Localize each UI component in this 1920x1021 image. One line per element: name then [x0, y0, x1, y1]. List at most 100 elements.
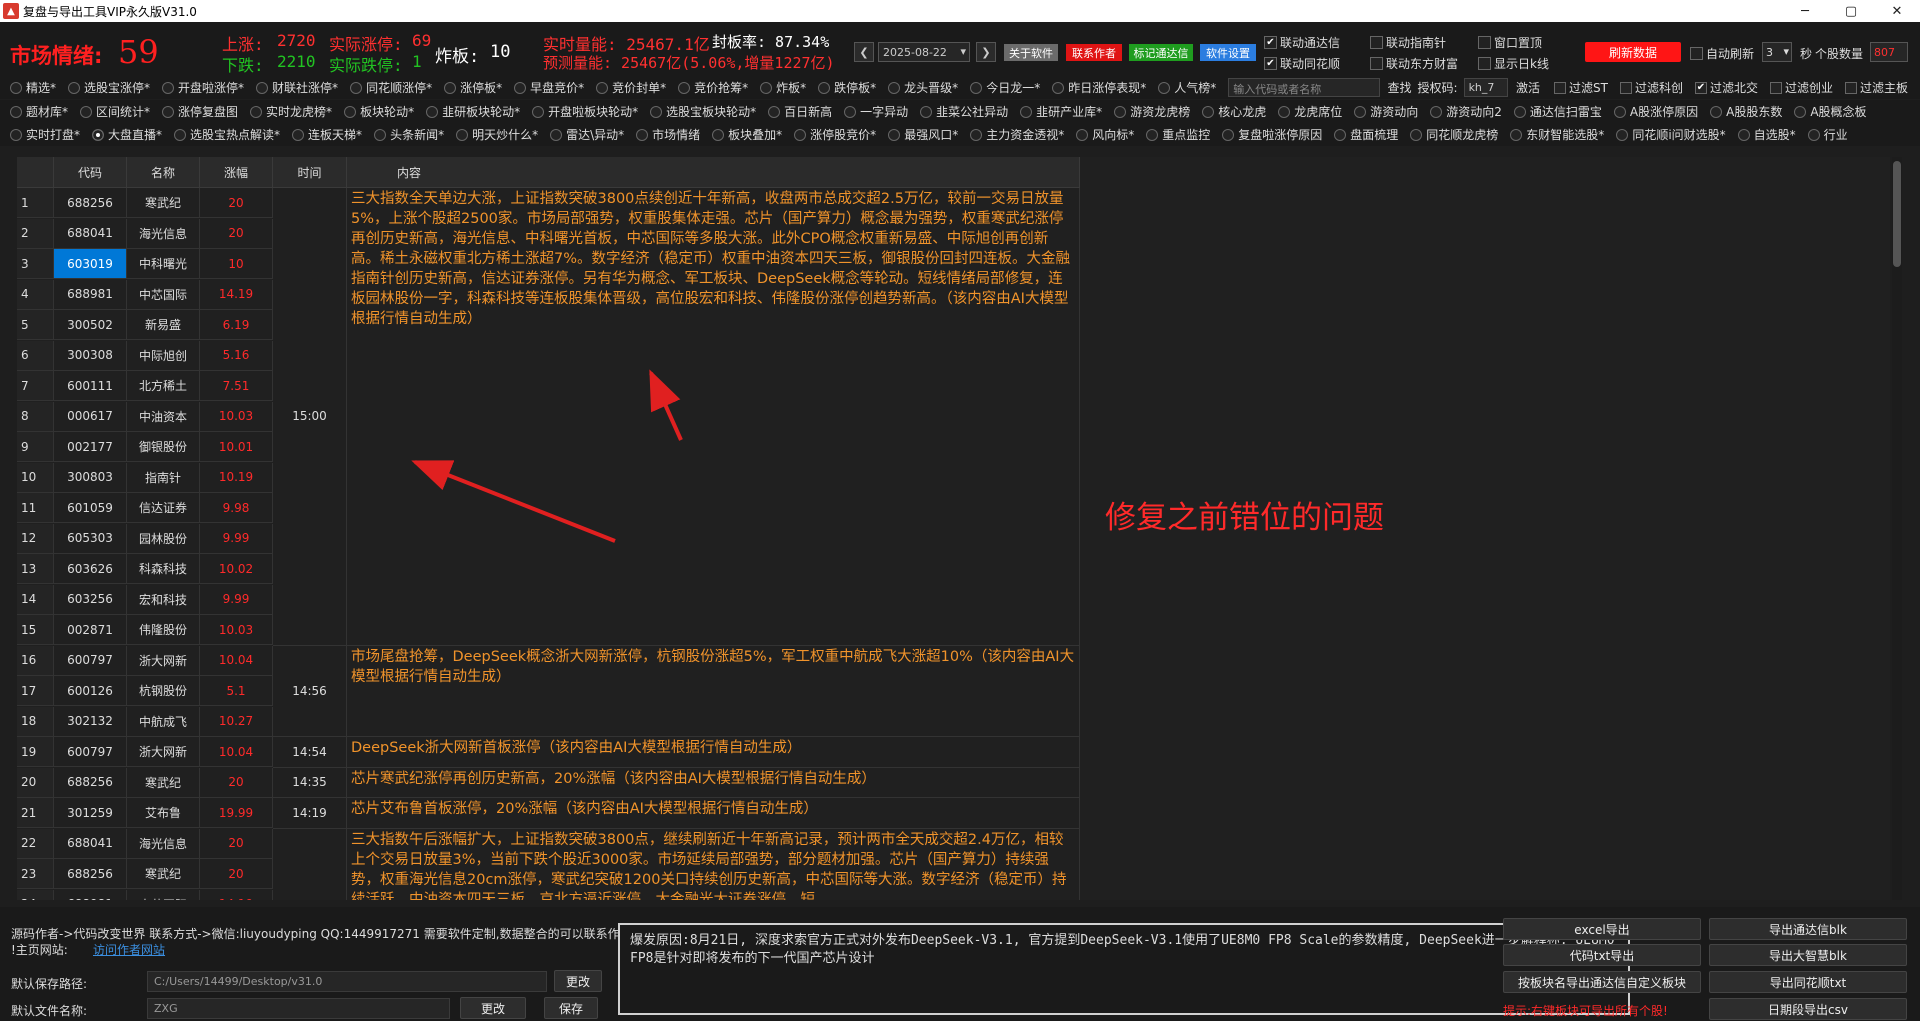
refresh-button[interactable]: 刷新数据 [1585, 42, 1681, 62]
feature-radio-9[interactable]: 板块叠加* [712, 126, 782, 143]
view-radio-7[interactable]: 早盘竞价* [514, 79, 584, 96]
tool-radio-13[interactable]: 游资龙虎榜 [1114, 103, 1190, 120]
tool-radio-10[interactable]: 一字异动 [844, 103, 908, 120]
feature-radio-3[interactable]: 选股宝热点解读* [174, 126, 280, 143]
tool-radio-9[interactable]: 百日新高 [768, 103, 832, 120]
auth-code-input[interactable]: kh_7 [1463, 78, 1508, 97]
feature-radio-1[interactable]: 实时打盘* [10, 126, 80, 143]
mark-tdx-button[interactable]: 标记通达信 [1129, 44, 1193, 61]
filename-input[interactable]: ZXG [147, 998, 450, 1019]
feature-radio-2[interactable]: 大盘直播* [92, 126, 162, 143]
view-radio-13[interactable]: 今日龙一* [970, 79, 1040, 96]
feature-radio-4[interactable]: 连板天梯* [292, 126, 362, 143]
window-top-checkbox[interactable]: 窗口置顶 [1478, 34, 1542, 51]
filter-checkbox-2[interactable]: 过滤科创 [1619, 79, 1683, 96]
filter-checkbox-4[interactable]: 过滤创业 [1769, 79, 1833, 96]
view-radio-8[interactable]: 竞价封单* [596, 79, 666, 96]
view-radio-2[interactable]: 选股宝涨停* [68, 79, 150, 96]
tool-radio-12[interactable]: 韭研产业库* [1020, 103, 1102, 120]
view-radio-14[interactable]: 昨日涨停表现* [1052, 79, 1146, 96]
change-path-button[interactable]: 更改 [554, 970, 602, 992]
maximize-button[interactable]: ▢ [1828, 0, 1874, 22]
date-range-csv-export-button[interactable]: 日期段导出csv [1709, 998, 1907, 1020]
vertical-scrollbar[interactable] [1892, 157, 1902, 900]
filter-checkbox-1[interactable]: 过滤ST [1553, 79, 1608, 96]
tool-radio-15[interactable]: 龙虎席位 [1278, 103, 1342, 120]
feature-radio-6[interactable]: 明天炒什么* [456, 126, 538, 143]
auto-refresh-checkbox[interactable]: 自动刷新 [1690, 45, 1754, 62]
feature-radio-20[interactable]: 自选股* [1737, 126, 1796, 143]
tool-radio-14[interactable]: 核心龙虎 [1202, 103, 1266, 120]
feature-radio-18[interactable]: 东财智能选股* [1510, 126, 1604, 143]
search-input[interactable]: 输入代码或者名称 [1228, 78, 1380, 97]
prev-day-button[interactable]: ❮ [854, 42, 874, 62]
view-radio-1[interactable]: 精选* [10, 79, 56, 96]
view-radio-15[interactable]: 人气榜* [1158, 79, 1216, 96]
tool-radio-3[interactable]: 涨停复盘图 [162, 103, 238, 120]
minimize-button[interactable]: ─ [1782, 0, 1828, 22]
filter-checkbox-5[interactable]: 过滤主板 [1844, 79, 1908, 96]
view-radio-5[interactable]: 同花顺涨停* [350, 79, 432, 96]
code-txt-export-button[interactable]: 代码txt导出 [1503, 944, 1701, 966]
export-ths-txt-button[interactable]: 导出同花顺txt [1709, 971, 1907, 993]
settings-button[interactable]: 软件设置 [1200, 44, 1256, 61]
search-button[interactable]: 查找 [1388, 79, 1412, 96]
excel-export-button[interactable]: excel导出 [1503, 918, 1701, 940]
tool-radio-7[interactable]: 开盘啦板块轮动* [532, 103, 638, 120]
tool-radio-8[interactable]: 选股宝板块轮动* [650, 103, 756, 120]
activate-button[interactable]: 激活 [1516, 79, 1540, 96]
feature-radio-8[interactable]: 市场情绪 [636, 126, 700, 143]
view-radio-10[interactable]: 炸板* [760, 79, 806, 96]
view-radio-4[interactable]: 财联社涨停* [256, 79, 338, 96]
change-filename-button[interactable]: 更改 [460, 997, 526, 1019]
feature-radio-5[interactable]: 头条新闻* [374, 126, 444, 143]
tool-radio-5[interactable]: 板块轮动* [344, 103, 414, 120]
feature-radio-17[interactable]: 同花顺龙虎榜 [1410, 126, 1498, 143]
feature-radio-21[interactable]: 行业 [1807, 126, 1848, 143]
save-button[interactable]: 保存 [544, 997, 598, 1019]
interval-spinner[interactable]: 3 ▾ [1762, 42, 1792, 62]
export-tdx-custom-sector-button[interactable]: 按板块名导出通达信自定义板块 [1503, 971, 1701, 993]
view-radio-11[interactable]: 跌停板* [818, 79, 876, 96]
tool-radio-11[interactable]: 韭菜公社异动 [920, 103, 1008, 120]
homepage-link[interactable]: 访问作者网站 [93, 941, 165, 958]
view-radio-9[interactable]: 竞价抢筹* [678, 79, 748, 96]
view-radio-6[interactable]: 涨停板* [444, 79, 502, 96]
tool-radio-17[interactable]: 游资动向2 [1430, 103, 1502, 120]
feature-radio-13[interactable]: 风向标* [1076, 126, 1134, 143]
feature-radio-15[interactable]: 复盘啦涨停原因 [1222, 126, 1322, 143]
show-kline-checkbox[interactable]: 显示日k线 [1478, 55, 1549, 72]
tool-radio-4[interactable]: 实时龙虎榜* [250, 103, 332, 120]
tool-radio-19[interactable]: A股涨停原因 [1613, 103, 1698, 120]
tool-radio-20[interactable]: A股股东数 [1710, 103, 1782, 120]
link-znz-checkbox[interactable]: 联动指南针 [1370, 34, 1446, 51]
tool-radio-1[interactable]: 题材库* [10, 103, 68, 120]
link-tdx-checkbox[interactable]: ✔ 联动通达信 [1264, 34, 1340, 51]
about-button[interactable]: 关于软件 [1004, 44, 1058, 61]
scrollbar-thumb[interactable] [1893, 161, 1901, 267]
tool-radio-18[interactable]: 通达信扫雷宝 [1513, 103, 1602, 120]
view-radio-12[interactable]: 龙头晋级* [888, 79, 958, 96]
filter-checkbox-3[interactable]: ✔ 过滤北交 [1694, 79, 1758, 96]
link-eastmoney-checkbox[interactable]: 联动东方财富 [1370, 55, 1458, 72]
export-dzh-blk-button[interactable]: 导出大智慧blk [1709, 944, 1907, 966]
feature-radio-12[interactable]: 主力资金透视* [970, 126, 1064, 143]
feature-radio-10[interactable]: 涨停股竞价* [794, 126, 876, 143]
close-button[interactable]: ✕ [1874, 0, 1920, 22]
feature-radio-7[interactable]: 雷达\异动* [550, 126, 624, 143]
tool-radio-6[interactable]: 韭研板块轮动* [426, 103, 520, 120]
view-radio-3[interactable]: 开盘啦涨停* [162, 79, 244, 96]
tool-radio-21[interactable]: A股概念板 [1794, 103, 1867, 120]
feature-radio-11[interactable]: 最强风口* [888, 126, 958, 143]
tool-radio-16[interactable]: 游资动向 [1354, 103, 1418, 120]
link-ths-checkbox[interactable]: ✔ 联动同花顺 [1264, 55, 1340, 72]
feature-radio-16[interactable]: 盘面梳理 [1334, 126, 1398, 143]
contact-button[interactable]: 联系作者 [1066, 44, 1122, 61]
date-picker[interactable]: 2025-08-22 ▾ [878, 42, 970, 62]
save-path-input[interactable]: C:/Users/14499/Desktop/v31.0 [147, 971, 547, 992]
feature-radio-19[interactable]: 同花顺i问财选股* [1616, 126, 1726, 143]
next-day-button[interactable]: ❯ [976, 42, 996, 62]
export-tdx-blk-button[interactable]: 导出通达信blk [1709, 918, 1907, 940]
feature-radio-14[interactable]: 重点监控 [1146, 126, 1210, 143]
tool-radio-2[interactable]: 区间统计* [80, 103, 150, 120]
